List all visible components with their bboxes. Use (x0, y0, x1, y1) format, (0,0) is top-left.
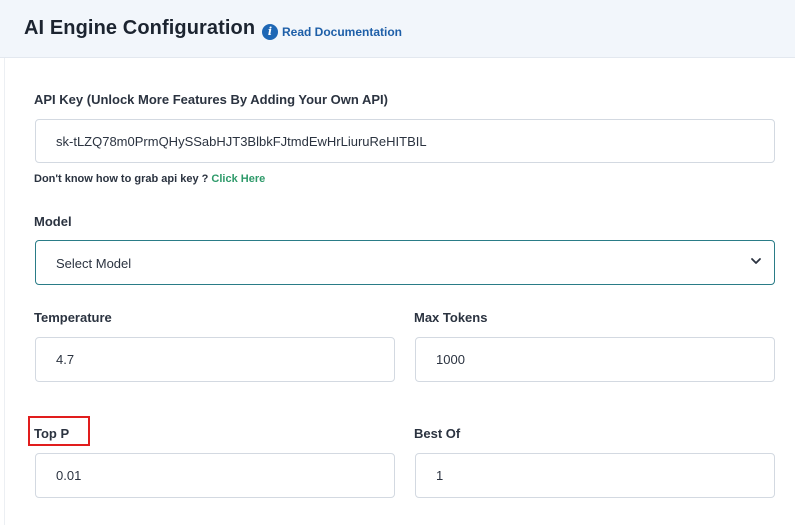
top-p-label: Top P (34, 426, 70, 441)
api-key-hint: Don't know how to grab api key ? Click H… (34, 173, 265, 185)
api-key-hint-text: Don't know how to grab api key ? (34, 173, 209, 185)
api-key-input[interactable] (35, 119, 775, 163)
read-documentation-link[interactable]: i Read Documentation (262, 24, 402, 40)
click-here-link[interactable]: Click Here (211, 173, 265, 185)
page-title: AI Engine Configuration (24, 17, 256, 39)
api-key-label: API Key (Unlock More Features By Adding … (34, 92, 388, 107)
best-of-input[interactable] (415, 453, 775, 498)
max-tokens-label: Max Tokens (414, 310, 488, 325)
config-header: AI Engine Configuration i Read Documenta… (0, 0, 795, 58)
max-tokens-input[interactable] (415, 337, 775, 382)
chevron-down-icon (751, 258, 761, 264)
info-icon: i (262, 24, 278, 40)
model-select-value: Select Model (56, 256, 132, 271)
best-of-label: Best Of (414, 426, 461, 441)
top-p-input[interactable] (35, 453, 395, 498)
temperature-label: Temperature (34, 310, 112, 325)
read-documentation-label: Read Documentation (282, 25, 403, 39)
model-label: Model (34, 214, 72, 229)
ai-engine-config-page: AI Engine Configuration i Read Documenta… (0, 0, 795, 525)
model-select[interactable]: Select Model (35, 240, 775, 285)
temperature-input[interactable] (35, 337, 395, 382)
